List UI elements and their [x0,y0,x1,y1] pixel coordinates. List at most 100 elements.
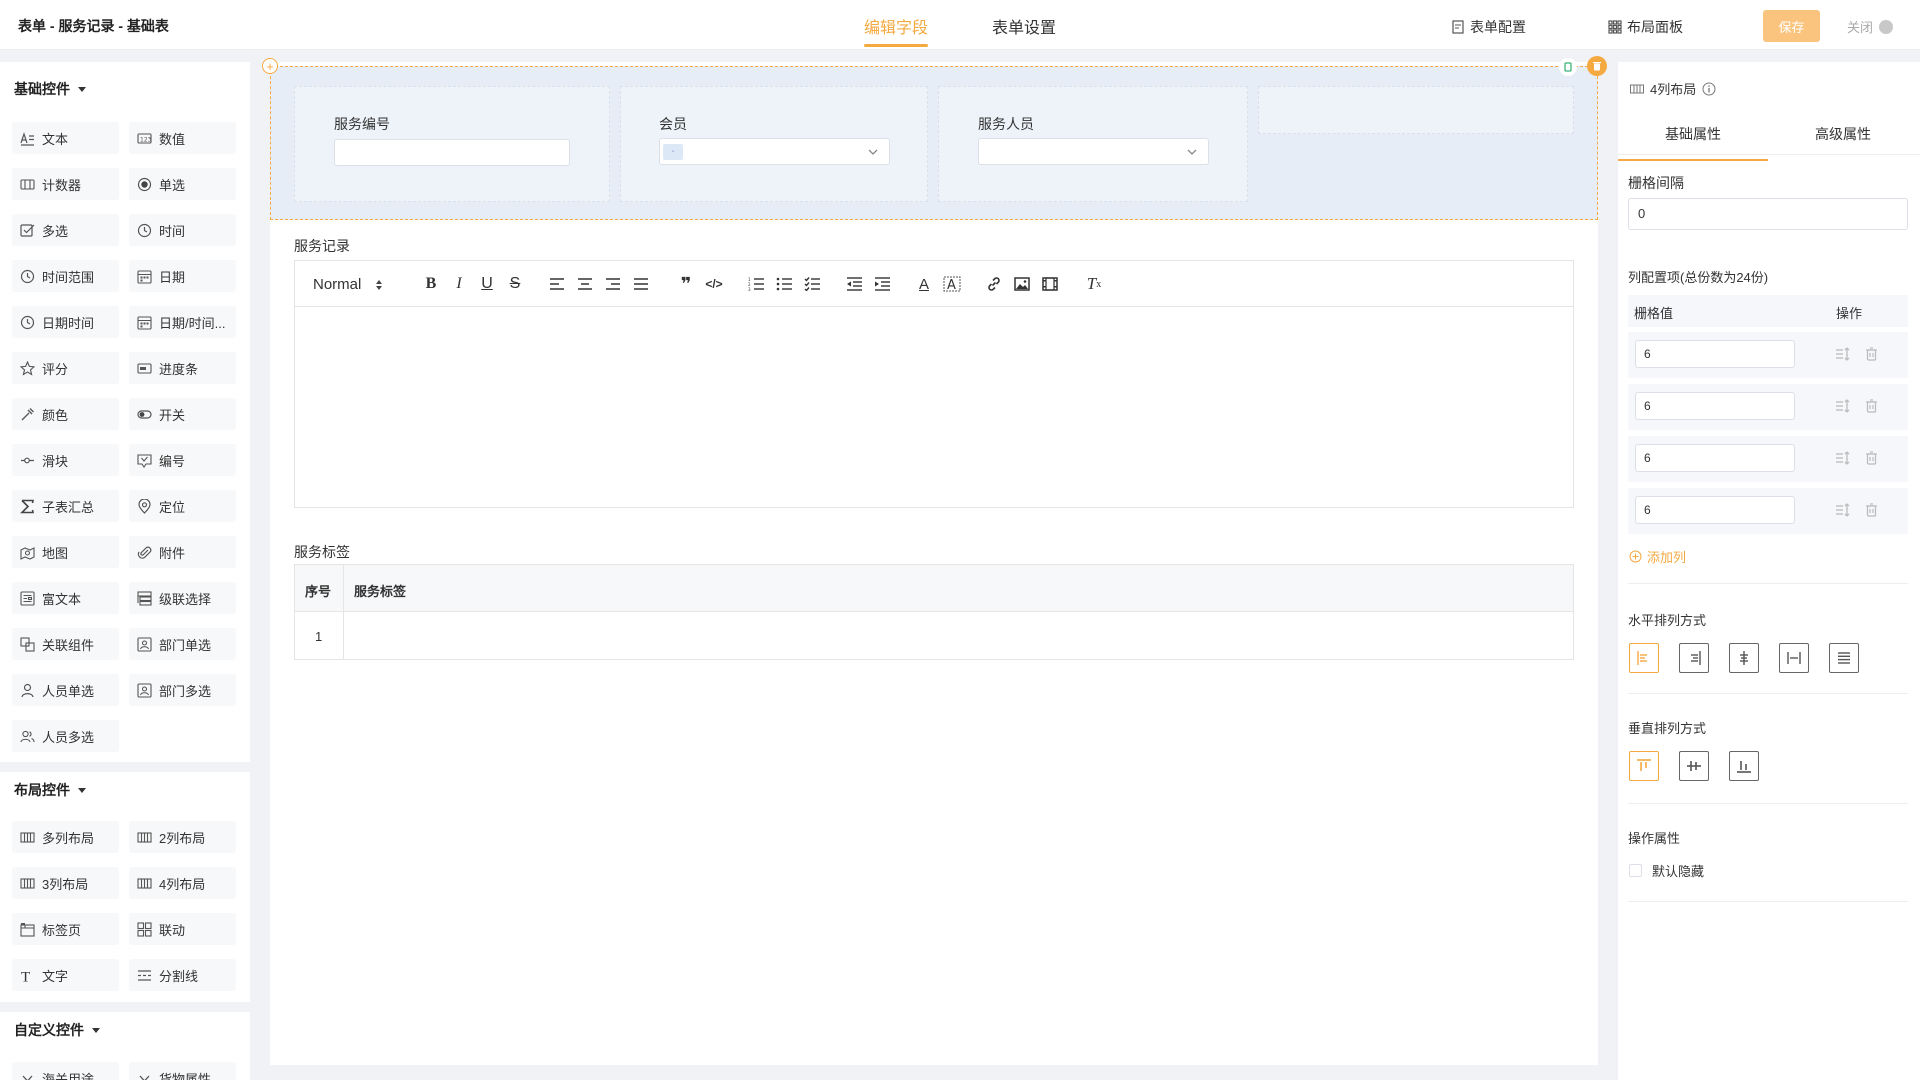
sort-icon[interactable] [1835,451,1851,465]
underline-icon[interactable]: U [476,273,498,295]
image-icon[interactable] [1011,273,1033,295]
tab-form-settings[interactable]: 表单设置 [992,14,1056,38]
widget-serial[interactable]: 编号 [129,444,236,476]
save-button[interactable]: 保存 [1763,10,1820,42]
widget-slider[interactable]: 滑块 [12,444,119,476]
sort-icon[interactable] [1835,503,1851,517]
video-icon[interactable] [1039,273,1061,295]
trash-icon[interactable] [1865,503,1878,517]
widget-department[interactable]: 部门单选 [129,628,236,660]
column-span-input[interactable]: 6 [1635,340,1795,368]
justify-start-button[interactable] [1629,643,1659,673]
bold-icon[interactable]: B [420,273,442,295]
align-bottom-button[interactable] [1729,751,1759,781]
trash-icon[interactable] [1865,451,1878,465]
widget-number[interactable]: 123 数值 [129,122,236,154]
widget-radio[interactable]: 单选 [129,168,236,200]
gutter-input[interactable]: 0 [1628,198,1908,230]
strikethrough-icon[interactable]: S [504,273,526,295]
font-color-icon[interactable]: A [913,273,935,295]
indent-icon[interactable] [871,273,893,295]
widget-paperclip[interactable]: 附件 [129,536,236,568]
basic-controls-header[interactable]: 基础控件 [14,79,86,99]
copy-icon[interactable] [1559,58,1577,76]
widget-location[interactable]: 定位 [129,490,236,522]
default-hidden-checkbox[interactable] [1629,864,1642,877]
service-number-input[interactable] [334,139,570,166]
layout-panel-button[interactable]: 布局面板 [1608,17,1683,37]
widget-chevron-down[interactable]: 海关用途 [12,1062,119,1080]
widget-color[interactable]: 颜色 [12,398,119,430]
toggle-icon[interactable] [1879,19,1894,34]
italic-icon[interactable]: I [448,273,470,295]
custom-controls-header[interactable]: 自定义控件 [14,1020,100,1040]
ordered-list-icon[interactable]: 123 [745,273,767,295]
background-color-icon[interactable]: A [941,273,963,295]
blockquote-icon[interactable]: ❞ [675,273,697,295]
widget-calendar[interactable]: 日期 [129,260,236,292]
column-span-input[interactable]: 6 [1635,496,1795,524]
widget-switch[interactable]: 开关 [129,398,236,430]
justify-end-button[interactable] [1679,643,1709,673]
widget-progress[interactable]: 进度条 [129,352,236,384]
bullet-list-icon[interactable] [773,273,795,295]
tab-edit-fields[interactable]: 编辑字段 [864,14,929,47]
trash-icon[interactable] [1865,347,1878,361]
check-list-icon[interactable] [801,273,823,295]
widget-text[interactable]: 文本 [12,122,119,154]
member-select[interactable]: - [659,138,890,165]
close-toggle[interactable]: 关闭 [1847,17,1894,36]
widget-richtext[interactable]: 富文本 [12,582,119,614]
sort-icon[interactable] [1835,347,1851,361]
widget-text-t[interactable]: T 文字 [12,959,119,991]
delete-icon[interactable] [1587,56,1607,76]
widget-clock[interactable]: 时间 [129,214,236,246]
code-block-icon[interactable]: </> [703,273,725,295]
widget-checkbox[interactable]: 多选 [12,214,119,246]
justify-center-button[interactable] [1729,643,1759,673]
widget-divider[interactable]: 分割线 [129,959,236,991]
column-span-input[interactable]: 6 [1635,444,1795,472]
align-top-button[interactable] [1629,751,1659,781]
widget-columns[interactable]: 2列布局 [129,821,236,853]
column-span-input[interactable]: 6 [1635,392,1795,420]
align-left-icon[interactable] [546,273,568,295]
format-select[interactable]: Normal [313,276,383,293]
align-middle-button[interactable] [1679,751,1709,781]
justify-between-button[interactable] [1779,643,1809,673]
link-icon[interactable] [983,273,1005,295]
widget-link-component[interactable]: 关联组件 [12,628,119,660]
widget-map[interactable]: 地图 [12,536,119,568]
widget-columns[interactable]: 4列布局 [129,867,236,899]
widget-clock[interactable]: 时间范围 [12,260,119,292]
move-handle-icon[interactable]: + [262,58,278,74]
default-hidden-option[interactable]: 默认隐藏 [1629,861,1704,880]
widget-people[interactable]: 人员多选 [12,720,119,752]
widget-columns[interactable]: 3列布局 [12,867,119,899]
layout-column-4[interactable] [1258,86,1574,134]
widget-person[interactable]: 人员单选 [12,674,119,706]
widget-department[interactable]: 部门多选 [129,674,236,706]
form-config-button[interactable]: 表单配置 [1452,17,1526,37]
clear-format-icon[interactable]: Tx [1083,273,1105,295]
layout-controls-header[interactable]: 布局控件 [14,780,86,800]
outdent-icon[interactable] [843,273,865,295]
widget-clock[interactable]: 日期时间 [12,306,119,338]
widget-star[interactable]: 评分 [12,352,119,384]
trash-icon[interactable] [1865,399,1878,413]
widget-grid[interactable]: 联动 [129,913,236,945]
widget-columns[interactable]: 多列布局 [12,821,119,853]
service-staff-select[interactable] [978,138,1209,165]
info-icon[interactable] [1702,82,1716,96]
widget-chevron-down[interactable]: 货物属性 [129,1062,236,1080]
justify-around-button[interactable] [1829,643,1859,673]
widget-sigma[interactable]: 子表汇总 [12,490,119,522]
align-justify-icon[interactable] [630,273,652,295]
tab-basic-properties[interactable]: 基础属性 [1618,124,1768,161]
tab-advanced-properties[interactable]: 高级属性 [1768,124,1918,144]
widget-cascade[interactable]: 级联选择 [129,582,236,614]
widget-calendar[interactable]: 日期/时间... [129,306,236,338]
widget-counter[interactable]: 计数器 [12,168,119,200]
align-right-icon[interactable] [602,273,624,295]
sort-icon[interactable] [1835,399,1851,413]
